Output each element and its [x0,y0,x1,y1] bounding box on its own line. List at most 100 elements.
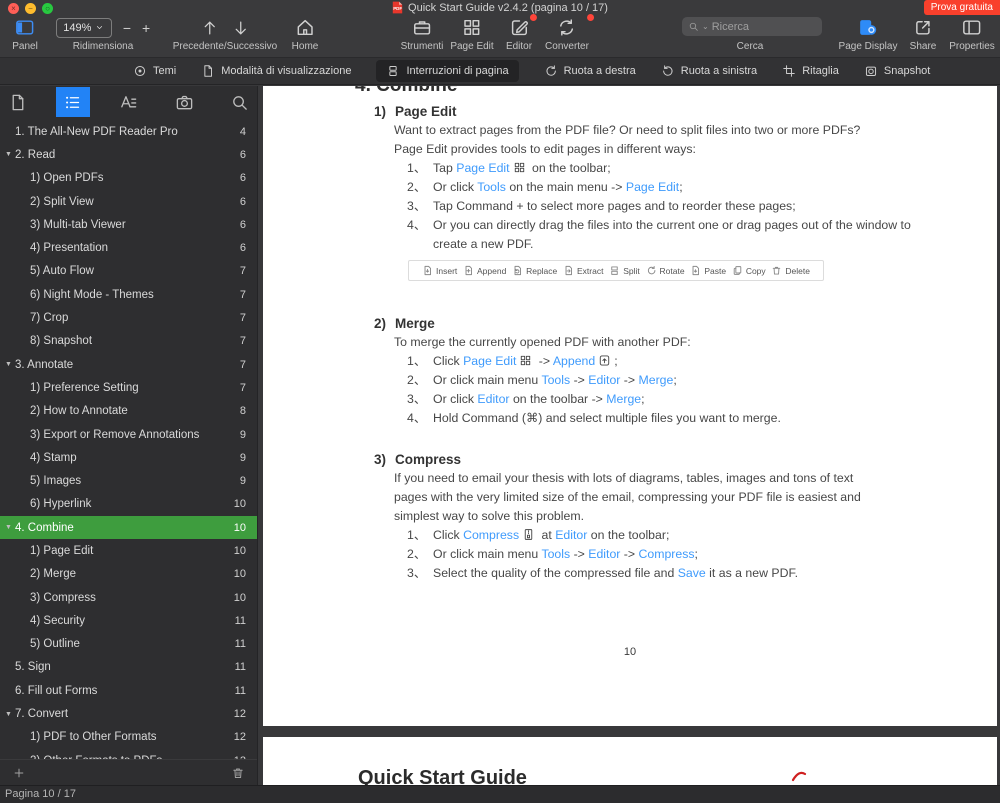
outline-item[interactable]: ▼ 4. Combine 10 [0,516,257,540]
outline-item[interactable]: 8) Snapshot 7 [0,330,257,353]
subtab-ruota-a-destra[interactable]: Ruota a destra [544,60,636,82]
outline-item[interactable]: 2) Other Formats to PDFs12 [0,749,257,759]
outline-item-page: 11 [234,684,246,697]
doc-section-merge: 2) Merge To merge the currently opened PDF… [263,313,997,428]
outline-item[interactable]: 5) Images 9 [0,469,257,492]
outline-item[interactable]: 1) Preference Setting 7 [0,376,257,399]
embedded-toolbar-copy: Copy [732,265,766,276]
properties-button[interactable]: Properties [949,16,995,52]
outline-item[interactable]: 3) Export or Remove Annotations 9 [0,423,257,446]
subtab-interruzioni-di-pagina[interactable]: Interruzioni di pagina [376,60,519,82]
next-page-arrow-down-icon[interactable] [231,19,249,37]
zoom-level-select[interactable]: 149% [55,17,112,38]
embedded-toolbar-label: Rotate [659,265,685,276]
sidebar-tab-search[interactable] [222,87,257,117]
sidebar-tab-outline[interactable] [55,87,91,117]
disclosure-triangle-icon[interactable]: ▼ [5,711,15,718]
outline-item[interactable]: 5) Outline 11 [0,633,257,656]
share-button[interactable]: Share [910,16,936,52]
search-input[interactable] [711,20,816,33]
outline-item[interactable]: ▼ 3. Annotate 7 [0,353,257,376]
panel-button[interactable]: Panel [12,16,38,52]
doc-link[interactable]: Compress [463,528,519,542]
outline-item[interactable]: 6) Night Mode - Themes 7 [0,283,257,306]
doc-link[interactable]: Editor [588,547,620,561]
outline-item[interactable]: 2) How to Annotate 8 [0,400,257,423]
outline-item[interactable]: 1. The All-New PDF Reader Pro 4 [0,120,257,143]
doc-link[interactable]: Page Edit [456,161,509,175]
doc-link[interactable]: Tools [477,180,506,194]
subtab-ruota-a-sinistra[interactable]: Ruota a sinistra [661,60,757,82]
outline-item[interactable]: 1) Open PDFs 6 [0,167,257,190]
add-outline-button[interactable] [12,766,26,780]
outline-item[interactable]: 3) Multi-tab Viewer 6 [0,213,257,236]
sidebar-tab-thumbnails[interactable] [0,87,35,117]
outline-item[interactable]: 4) Security 11 [0,609,257,632]
outline-item[interactable]: 1) PDF to Other Formats 12 [0,726,257,749]
tools-button[interactable]: Strumenti [401,16,443,52]
zoom-in-button[interactable]: + [142,18,150,38]
step-number: 4、 [407,411,427,425]
doc-link[interactable]: Page Edit [463,354,516,368]
themes-icon [133,64,147,78]
doc-link[interactable]: Save [678,566,706,580]
zoom-out-button[interactable]: − [123,18,131,38]
subtab-temi[interactable]: Temi [133,60,176,82]
doc-link[interactable]: Tools [541,373,570,387]
doc-link[interactable]: Merge [606,392,641,406]
doc-link[interactable]: Merge [639,373,674,387]
page-display-button[interactable]: Page Display [839,16,897,52]
pdf-viewer[interactable]: 4. Combine 1) Page Edit Want to extract pa… [259,86,1000,785]
disclosure-triangle-icon[interactable]: ▼ [5,361,15,368]
page-edit-grid-icon [519,354,532,367]
outline-item[interactable]: 7) Crop 7 [0,306,257,329]
search-options-chevron-icon[interactable]: ⌄ [702,22,709,31]
doc-link[interactable]: Editor [477,392,509,406]
outline-item-label: 3) Export or Remove Annotations [30,428,200,441]
search-field[interactable]: ⌄ [682,17,822,36]
outline-item-page: 10 [233,568,246,581]
outline-item[interactable]: 5. Sign 11 [0,656,257,679]
doc-step-line: 1、 Click Page Edit -> Append; [407,352,997,371]
outline-item-label: 1) Open PDFs [30,172,104,185]
subtab-snapshot[interactable]: Snapshot [864,60,930,82]
subtab-modalit-di-visualizzazione[interactable]: Modalità di visualizzazione [201,60,351,82]
converter-button[interactable]: Converter [545,14,594,52]
outline-item[interactable]: 2) Merge 10 [0,563,257,586]
notification-dot [586,14,594,21]
outline-item[interactable]: 4) Presentation 6 [0,236,257,259]
doc-link[interactable]: Editor [555,528,587,542]
sidebar-tab-snapshots[interactable] [167,87,202,117]
outline-item[interactable]: 3) Compress 10 [0,586,257,609]
outline-item[interactable]: ▼ 2. Read 6 [0,143,257,166]
outline-item[interactable]: 5) Auto Flow 7 [0,260,257,283]
outline-item[interactable]: ▼ 7. Convert 12 [0,702,257,725]
outline-item-page: 6 [239,218,246,231]
previous-page-arrow-up-icon[interactable] [200,19,218,37]
disclosure-triangle-icon[interactable]: ▼ [5,151,15,158]
trial-badge[interactable]: Prova gratuita [923,0,1000,15]
subtab-ritaglia[interactable]: Ritaglia [782,60,839,82]
doc-link[interactable]: Editor [588,373,620,387]
editor-button[interactable]: Editor [506,14,538,52]
outline-item-page: 7 [239,335,246,348]
sidebar-tab-annotations[interactable] [111,87,146,117]
doc-link[interactable]: Compress [639,547,695,561]
outline-item[interactable]: 1) Page Edit 10 [0,539,257,562]
page-edit-button[interactable]: Page Edit [450,16,494,52]
delete-outline-button[interactable] [231,766,245,780]
outline-item[interactable]: 2) Split View 6 [0,190,257,213]
doc-text: Or you can directly drag the files into … [433,218,911,232]
embedded-toolbar-replace: Replace [512,265,557,276]
home-button[interactable]: Home [292,16,318,52]
doc-link[interactable]: Page Edit [626,180,679,194]
embedded-toolbar-append: Append [463,265,506,276]
outline-item[interactable]: 4) Stamp 9 [0,446,257,469]
outline-item[interactable]: 6) Hyperlink 10 [0,493,257,516]
outline-item-label: 1) Preference Setting [30,381,139,394]
doc-link[interactable]: Tools [541,547,570,561]
outline-item[interactable]: 6. Fill out Forms 11 [0,679,257,702]
outline-item-page: 8 [239,405,246,418]
disclosure-triangle-icon[interactable]: ▼ [5,524,15,531]
doc-link[interactable]: Append [553,354,595,368]
